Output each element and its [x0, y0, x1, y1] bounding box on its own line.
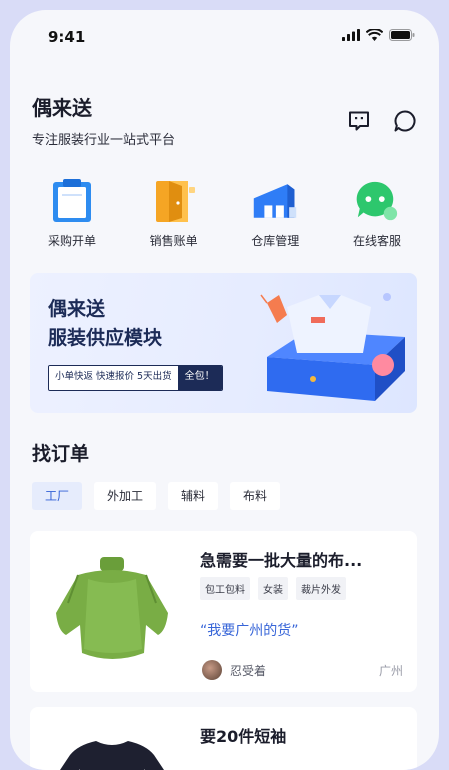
clothing-box-illustration	[260, 293, 405, 401]
status-time: 9:41	[48, 28, 86, 46]
brand-subtitle: 专注服装行业一站式平台	[32, 133, 176, 148]
banner-title: 偶来送 服装供应模块	[48, 295, 162, 353]
order-title: 要20件短袖	[200, 727, 287, 746]
quick-action-support[interactable]: 在线客服	[327, 178, 427, 249]
wifi-icon	[366, 29, 383, 41]
filter-chip-accessories[interactable]: 辅料	[168, 482, 219, 510]
clipboard-icon	[49, 178, 95, 224]
quick-action-label: 采购开单	[47, 234, 96, 248]
order-tag: 裁片外发	[296, 577, 346, 600]
banner-tagline: 小单快返 快速报价 5天出货	[49, 366, 178, 390]
order-user-name: 忍受着	[230, 664, 267, 678]
order-card[interactable]: 急需要一批大量的布... 包工包料 女装 裁片外发 “我要广州的货” 忍受着 广…	[30, 531, 417, 692]
banner-tag-button[interactable]: 全包！	[177, 366, 222, 390]
phone-screen: 9:41 偶来送 专注服装行业一站式平台 采购开单 销售账单 仓库管理 在线客服…	[10, 10, 439, 770]
chat-bubble-icon[interactable]	[392, 108, 418, 134]
brand-header: 偶来送 专注服装行业一站式平台	[32, 92, 175, 148]
quick-action-label: 仓库管理	[251, 234, 300, 248]
quick-action-purchase[interactable]: 采购开单	[22, 178, 122, 249]
order-tags: 包工包料 女装 裁片外发	[200, 577, 346, 600]
order-location: 广州	[378, 664, 403, 678]
battery-icon	[389, 29, 415, 41]
warehouse-icon	[252, 178, 298, 224]
product-image-green-top	[56, 557, 168, 659]
chat-icon	[354, 178, 400, 224]
quick-action-sales[interactable]: 销售账单	[124, 178, 224, 249]
message-icon[interactable]	[346, 108, 372, 134]
orders-section-title: 找订单	[32, 443, 90, 465]
order-quote: “我要广州的货”	[200, 623, 299, 639]
door-icon	[151, 178, 197, 224]
quick-action-label: 销售账单	[149, 234, 198, 248]
order-title: 急需要一批大量的布...	[200, 551, 363, 570]
banner-line-2: 服装供应模块	[48, 327, 163, 349]
order-tag: 包工包料	[200, 577, 250, 600]
filter-chip-factory[interactable]: 工厂	[32, 482, 83, 510]
order-tag: 女装	[258, 577, 288, 600]
quick-actions: 采购开单 销售账单 仓库管理 在线客服	[22, 178, 427, 249]
quick-action-label: 在线客服	[352, 234, 401, 248]
banner-tag: 小单快返 快速报价 5天出货 全包！	[48, 365, 223, 391]
avatar[interactable]	[202, 660, 222, 680]
product-image-black-tee	[60, 741, 164, 770]
order-card[interactable]: 要20件短袖	[30, 707, 417, 770]
quick-action-warehouse[interactable]: 仓库管理	[225, 178, 325, 249]
promo-banner[interactable]: 偶来送 服装供应模块 小单快返 快速报价 5天出货 全包！	[30, 273, 417, 413]
order-filters: 工厂 外加工 辅料 布料	[32, 482, 281, 510]
banner-line-1: 偶来送	[48, 298, 106, 320]
filter-chip-processing[interactable]: 外加工	[94, 482, 157, 510]
filter-chip-fabric[interactable]: 布料	[230, 482, 281, 510]
status-bar: 9:41	[10, 10, 439, 70]
brand-title: 偶来送	[32, 96, 92, 120]
signal-icon	[342, 29, 360, 41]
